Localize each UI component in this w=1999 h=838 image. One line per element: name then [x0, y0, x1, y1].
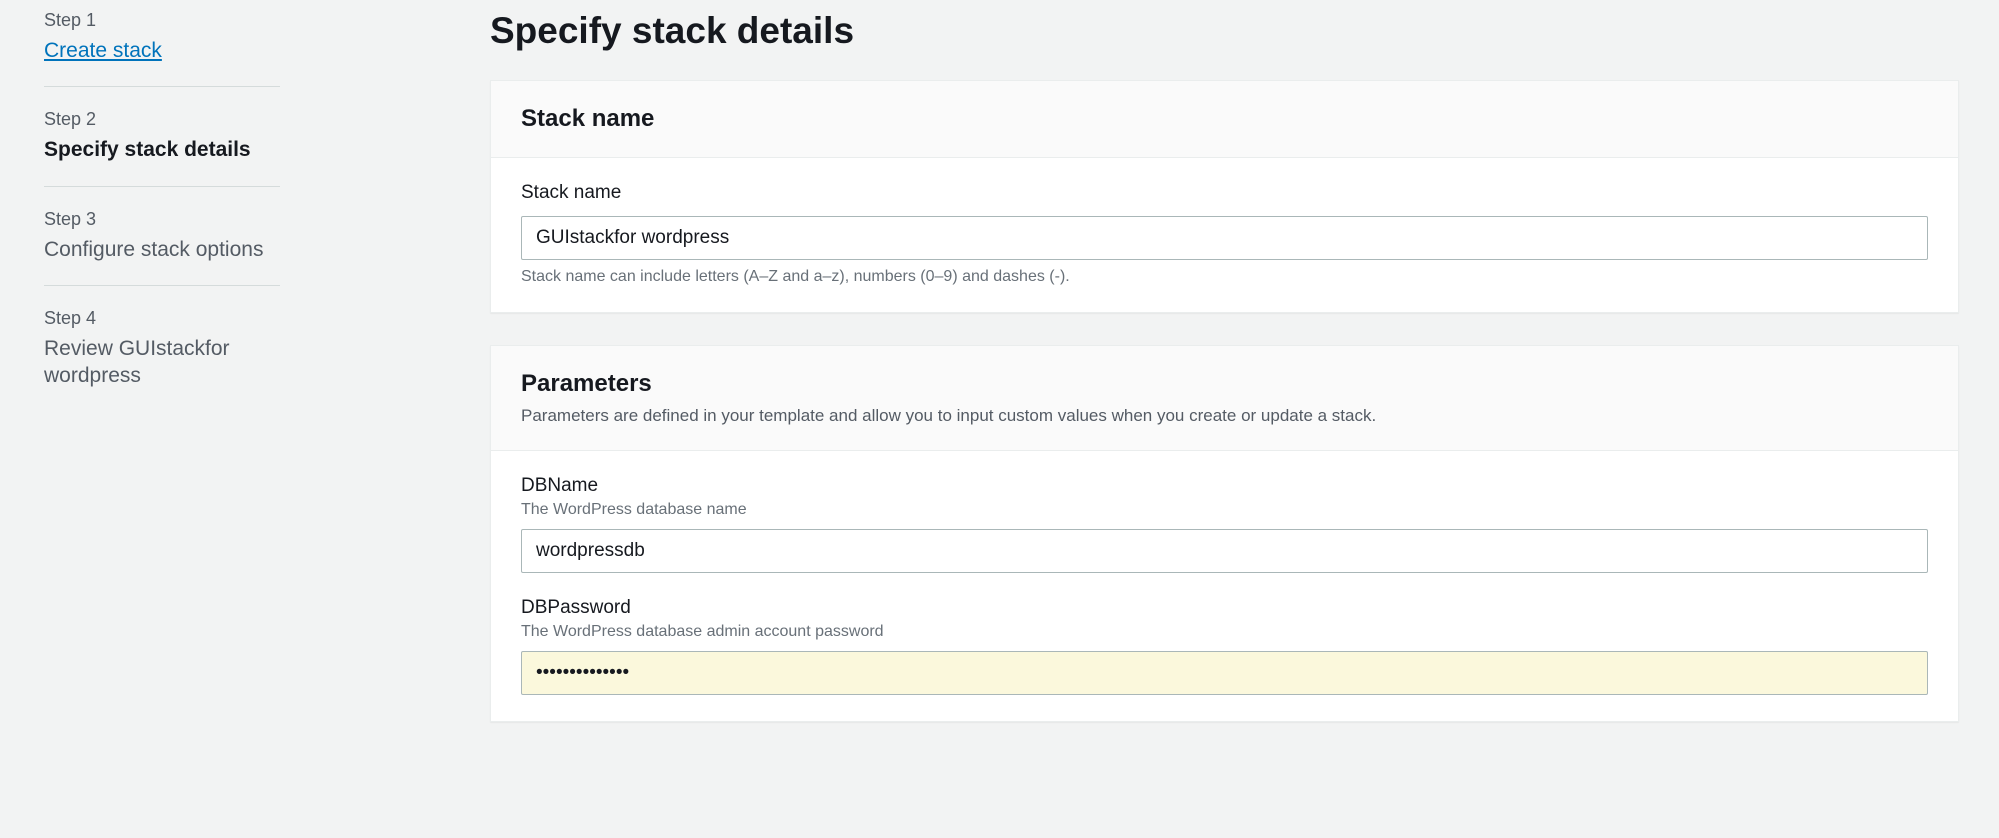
wizard-steps-sidebar: Step 1 Create stack Step 2 Specify stack…: [0, 0, 370, 838]
parameters-header-text: Parameters: [521, 370, 1928, 398]
parameters-subtext: Parameters are defined in your template …: [521, 406, 1928, 426]
step-3-title: Configure stack options: [44, 236, 280, 263]
step-1[interactable]: Step 1 Create stack: [44, 10, 280, 87]
stack-name-panel-body: Stack name Stack name can include letter…: [491, 158, 1958, 312]
dbpassword-field: DBPassword The WordPress database admin …: [521, 597, 1928, 695]
stack-name-panel-header: Stack name: [491, 81, 1958, 158]
dbname-label: DBName: [521, 475, 1928, 497]
dbpassword-input[interactable]: [521, 651, 1928, 695]
step-2-title: Specify stack details: [44, 136, 280, 163]
step-1-title[interactable]: Create stack: [44, 37, 280, 64]
dbpassword-desc: The WordPress database admin account pas…: [521, 623, 1928, 641]
stack-name-panel: Stack name Stack name Stack name can inc…: [490, 80, 1959, 313]
step-4-num: Step 4: [44, 308, 280, 329]
dbpassword-label: DBPassword: [521, 597, 1928, 619]
stack-name-input[interactable]: [521, 216, 1928, 260]
step-4-title: Review GUIstackfor wordpress: [44, 335, 280, 390]
stack-name-header-text: Stack name: [521, 105, 1928, 133]
dbname-input[interactable]: [521, 529, 1928, 573]
step-2[interactable]: Step 2 Specify stack details: [44, 87, 280, 186]
parameters-panel-header: Parameters Parameters are defined in you…: [491, 346, 1958, 451]
stack-name-hint: Stack name can include letters (A–Z and …: [521, 268, 1928, 286]
dbname-desc: The WordPress database name: [521, 501, 1928, 519]
step-3-num: Step 3: [44, 209, 280, 230]
step-4[interactable]: Step 4 Review GUIstackfor wordpress: [44, 286, 280, 412]
parameters-panel: Parameters Parameters are defined in you…: [490, 345, 1959, 722]
parameters-panel-body: DBName The WordPress database name DBPas…: [491, 451, 1958, 721]
main-content: Specify stack details Stack name Stack n…: [370, 0, 1999, 838]
step-3[interactable]: Step 3 Configure stack options: [44, 187, 280, 286]
dbname-field: DBName The WordPress database name: [521, 475, 1928, 573]
page-title: Specify stack details: [490, 10, 1959, 52]
step-2-num: Step 2: [44, 109, 280, 130]
stack-name-field: Stack name Stack name can include letter…: [521, 182, 1928, 286]
stack-name-label: Stack name: [521, 182, 1928, 204]
step-1-num: Step 1: [44, 10, 280, 31]
